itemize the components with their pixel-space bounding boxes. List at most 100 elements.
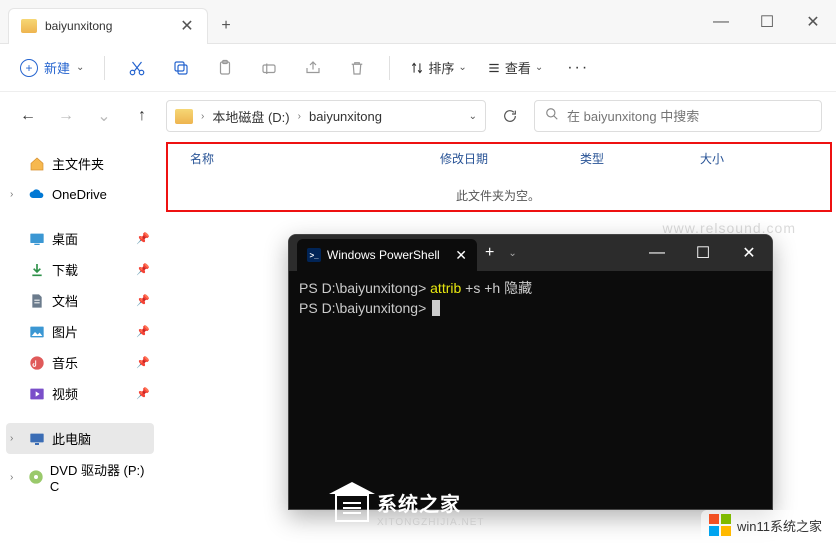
highlight-box bbox=[166, 142, 832, 212]
window-controls: — ☐ ✕ bbox=[698, 6, 836, 38]
desktop-icon bbox=[28, 230, 46, 248]
sidebar-item-documents[interactable]: 文档 📌 bbox=[6, 285, 154, 316]
new-button[interactable]: + 新建 ⌄ bbox=[14, 54, 90, 81]
prompt: PS D:\baiyunxitong> bbox=[299, 280, 426, 296]
cut-button[interactable] bbox=[119, 50, 155, 86]
watermark-text: 系统之家 bbox=[377, 488, 485, 517]
search-input[interactable] bbox=[567, 109, 811, 124]
breadcrumb-sep: › bbox=[201, 111, 204, 122]
plus-icon: + bbox=[20, 59, 38, 77]
sidebar-dvd[interactable]: › DVD 驱动器 (P:) C bbox=[6, 454, 154, 500]
home-icon bbox=[28, 155, 46, 173]
copy-button[interactable] bbox=[163, 50, 199, 86]
chevron-right-icon: › bbox=[10, 472, 21, 483]
forward-button[interactable]: → bbox=[52, 102, 80, 130]
tab-close-button[interactable]: ✕ bbox=[179, 18, 195, 34]
sort-button[interactable]: 排序 ⌄ bbox=[404, 54, 472, 81]
back-button[interactable]: ← bbox=[14, 102, 42, 130]
minimize-button[interactable]: — bbox=[698, 6, 744, 38]
watermark-url: XITONGZHIJIA.NET bbox=[377, 517, 485, 528]
cloud-icon bbox=[28, 185, 46, 203]
refresh-button[interactable] bbox=[496, 102, 524, 130]
cursor bbox=[432, 300, 440, 316]
sidebar-item-label: 下载 bbox=[52, 260, 78, 279]
sidebar-dvd-label: DVD 驱动器 (P:) C bbox=[50, 460, 150, 494]
powershell-maximize[interactable]: ☐ bbox=[680, 237, 726, 269]
picture-icon bbox=[28, 323, 46, 341]
new-label: 新建 bbox=[44, 58, 70, 77]
up-button[interactable]: ↑ bbox=[128, 102, 156, 130]
sidebar-item-music[interactable]: 音乐 📌 bbox=[6, 347, 154, 378]
share-button[interactable] bbox=[295, 50, 331, 86]
view-button[interactable]: 查看 ⌄ bbox=[481, 54, 549, 81]
chevron-right-icon: › bbox=[10, 189, 22, 200]
sidebar-item-label: 桌面 bbox=[52, 229, 78, 248]
sidebar-home[interactable]: 主文件夹 bbox=[6, 148, 154, 179]
separator bbox=[104, 56, 105, 80]
powershell-new-tab[interactable]: + bbox=[477, 244, 502, 262]
watermark-badge-text: win11系统之家 bbox=[737, 516, 822, 535]
command: attrib bbox=[430, 280, 461, 296]
sort-label: 排序 bbox=[428, 58, 454, 77]
close-button[interactable]: ✕ bbox=[790, 6, 836, 38]
powershell-close[interactable]: ✕ bbox=[726, 237, 772, 269]
chevron-right-icon: › bbox=[10, 433, 22, 444]
paste-button[interactable] bbox=[207, 50, 243, 86]
sidebar-item-label: 视频 bbox=[52, 384, 78, 403]
powershell-window[interactable]: >_ Windows PowerShell ✕ + ⌄ — ☐ ✕ PS D:\… bbox=[288, 234, 773, 510]
music-icon bbox=[28, 354, 46, 372]
prompt: PS D:\baiyunxitong> bbox=[299, 300, 426, 316]
sidebar-home-label: 主文件夹 bbox=[52, 154, 104, 173]
search-icon bbox=[545, 107, 559, 126]
pin-icon: 📌 bbox=[136, 294, 150, 307]
sidebar: 主文件夹 › OneDrive 桌面 📌 下载 📌 文档 📌 图片 📌 bbox=[0, 140, 160, 546]
sidebar-thispc-label: 此电脑 bbox=[52, 429, 91, 448]
delete-button[interactable] bbox=[339, 50, 375, 86]
maximize-button[interactable]: ☐ bbox=[744, 6, 790, 38]
tab-active[interactable]: baiyunxitong ✕ bbox=[8, 8, 208, 44]
powershell-minimize[interactable]: — bbox=[634, 237, 680, 269]
powershell-titlebar: >_ Windows PowerShell ✕ + ⌄ — ☐ ✕ bbox=[289, 235, 772, 271]
more-button[interactable]: ··· bbox=[557, 55, 599, 81]
powershell-icon: >_ bbox=[307, 248, 321, 262]
chevron-down-icon: ⌄ bbox=[76, 62, 84, 73]
breadcrumb-drive[interactable]: 本地磁盘 (D:) bbox=[212, 107, 289, 126]
breadcrumb-folder[interactable]: baiyunxitong bbox=[309, 109, 382, 124]
sidebar-onedrive-label: OneDrive bbox=[52, 187, 107, 202]
windows-logo-icon bbox=[709, 514, 731, 536]
chevron-down-icon: ⌄ bbox=[458, 62, 466, 73]
sidebar-onedrive[interactable]: › OneDrive bbox=[6, 179, 154, 209]
search-box[interactable] bbox=[534, 100, 822, 132]
sidebar-item-pictures[interactable]: 图片 📌 bbox=[6, 316, 154, 347]
sidebar-item-desktop[interactable]: 桌面 📌 bbox=[6, 223, 154, 254]
powershell-tab-menu[interactable]: ⌄ bbox=[502, 248, 522, 259]
folder-icon bbox=[175, 109, 193, 124]
sidebar-item-label: 文档 bbox=[52, 291, 78, 310]
nav-row: ← → ⌄ ↑ › 本地磁盘 (D:) › baiyunxitong ⌄ bbox=[0, 92, 836, 140]
view-label: 查看 bbox=[505, 58, 531, 77]
address-chevron[interactable]: ⌄ bbox=[469, 111, 477, 122]
document-icon bbox=[28, 292, 46, 310]
separator bbox=[389, 56, 390, 80]
sidebar-item-label: 图片 bbox=[52, 322, 78, 341]
watermark-faint: www.relsound.com bbox=[663, 220, 797, 236]
sidebar-item-videos[interactable]: 视频 📌 bbox=[6, 378, 154, 409]
sidebar-item-label: 音乐 bbox=[52, 353, 78, 372]
chevron-down-icon: ⌄ bbox=[535, 62, 543, 73]
nav-chevron-down[interactable]: ⌄ bbox=[90, 102, 118, 130]
powershell-tab[interactable]: >_ Windows PowerShell ✕ bbox=[297, 239, 477, 271]
folder-icon bbox=[21, 19, 37, 33]
sidebar-item-downloads[interactable]: 下载 📌 bbox=[6, 254, 154, 285]
view-icon bbox=[487, 61, 501, 75]
breadcrumb-sep: › bbox=[298, 111, 301, 122]
powershell-terminal[interactable]: PS D:\baiyunxitong> attrib +s +h 隐藏 PS D… bbox=[289, 271, 772, 326]
new-tab-button[interactable]: + bbox=[208, 8, 244, 44]
powershell-tab-close[interactable]: ✕ bbox=[455, 247, 467, 264]
disc-icon bbox=[27, 468, 44, 486]
pin-icon: 📌 bbox=[136, 387, 150, 400]
address-bar[interactable]: › 本地磁盘 (D:) › baiyunxitong ⌄ bbox=[166, 100, 486, 132]
titlebar: baiyunxitong ✕ + — ☐ ✕ bbox=[0, 0, 836, 44]
sidebar-this-pc[interactable]: › 此电脑 bbox=[6, 423, 154, 454]
rename-button[interactable] bbox=[251, 50, 287, 86]
pin-icon: 📌 bbox=[136, 263, 150, 276]
